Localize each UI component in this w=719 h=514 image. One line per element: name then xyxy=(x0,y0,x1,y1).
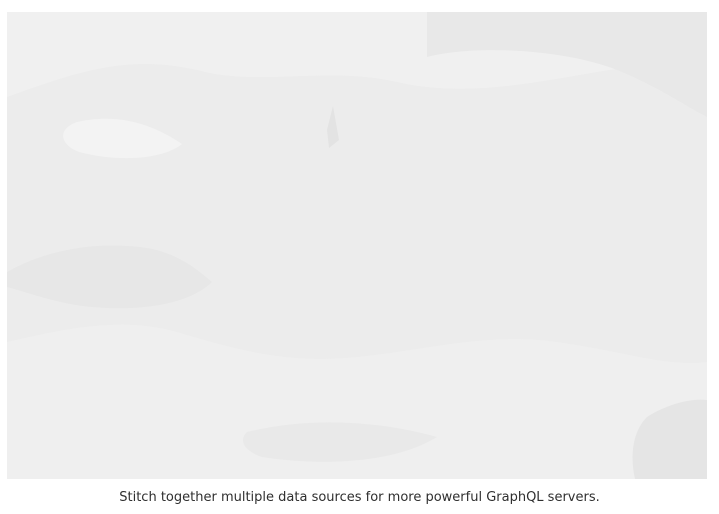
image-caption: Stitch together multiple data sources fo… xyxy=(119,490,600,505)
blank-image-graphic xyxy=(7,12,707,479)
page: Stitch together multiple data sources fo… xyxy=(0,0,719,514)
image-placeholder xyxy=(7,12,707,479)
